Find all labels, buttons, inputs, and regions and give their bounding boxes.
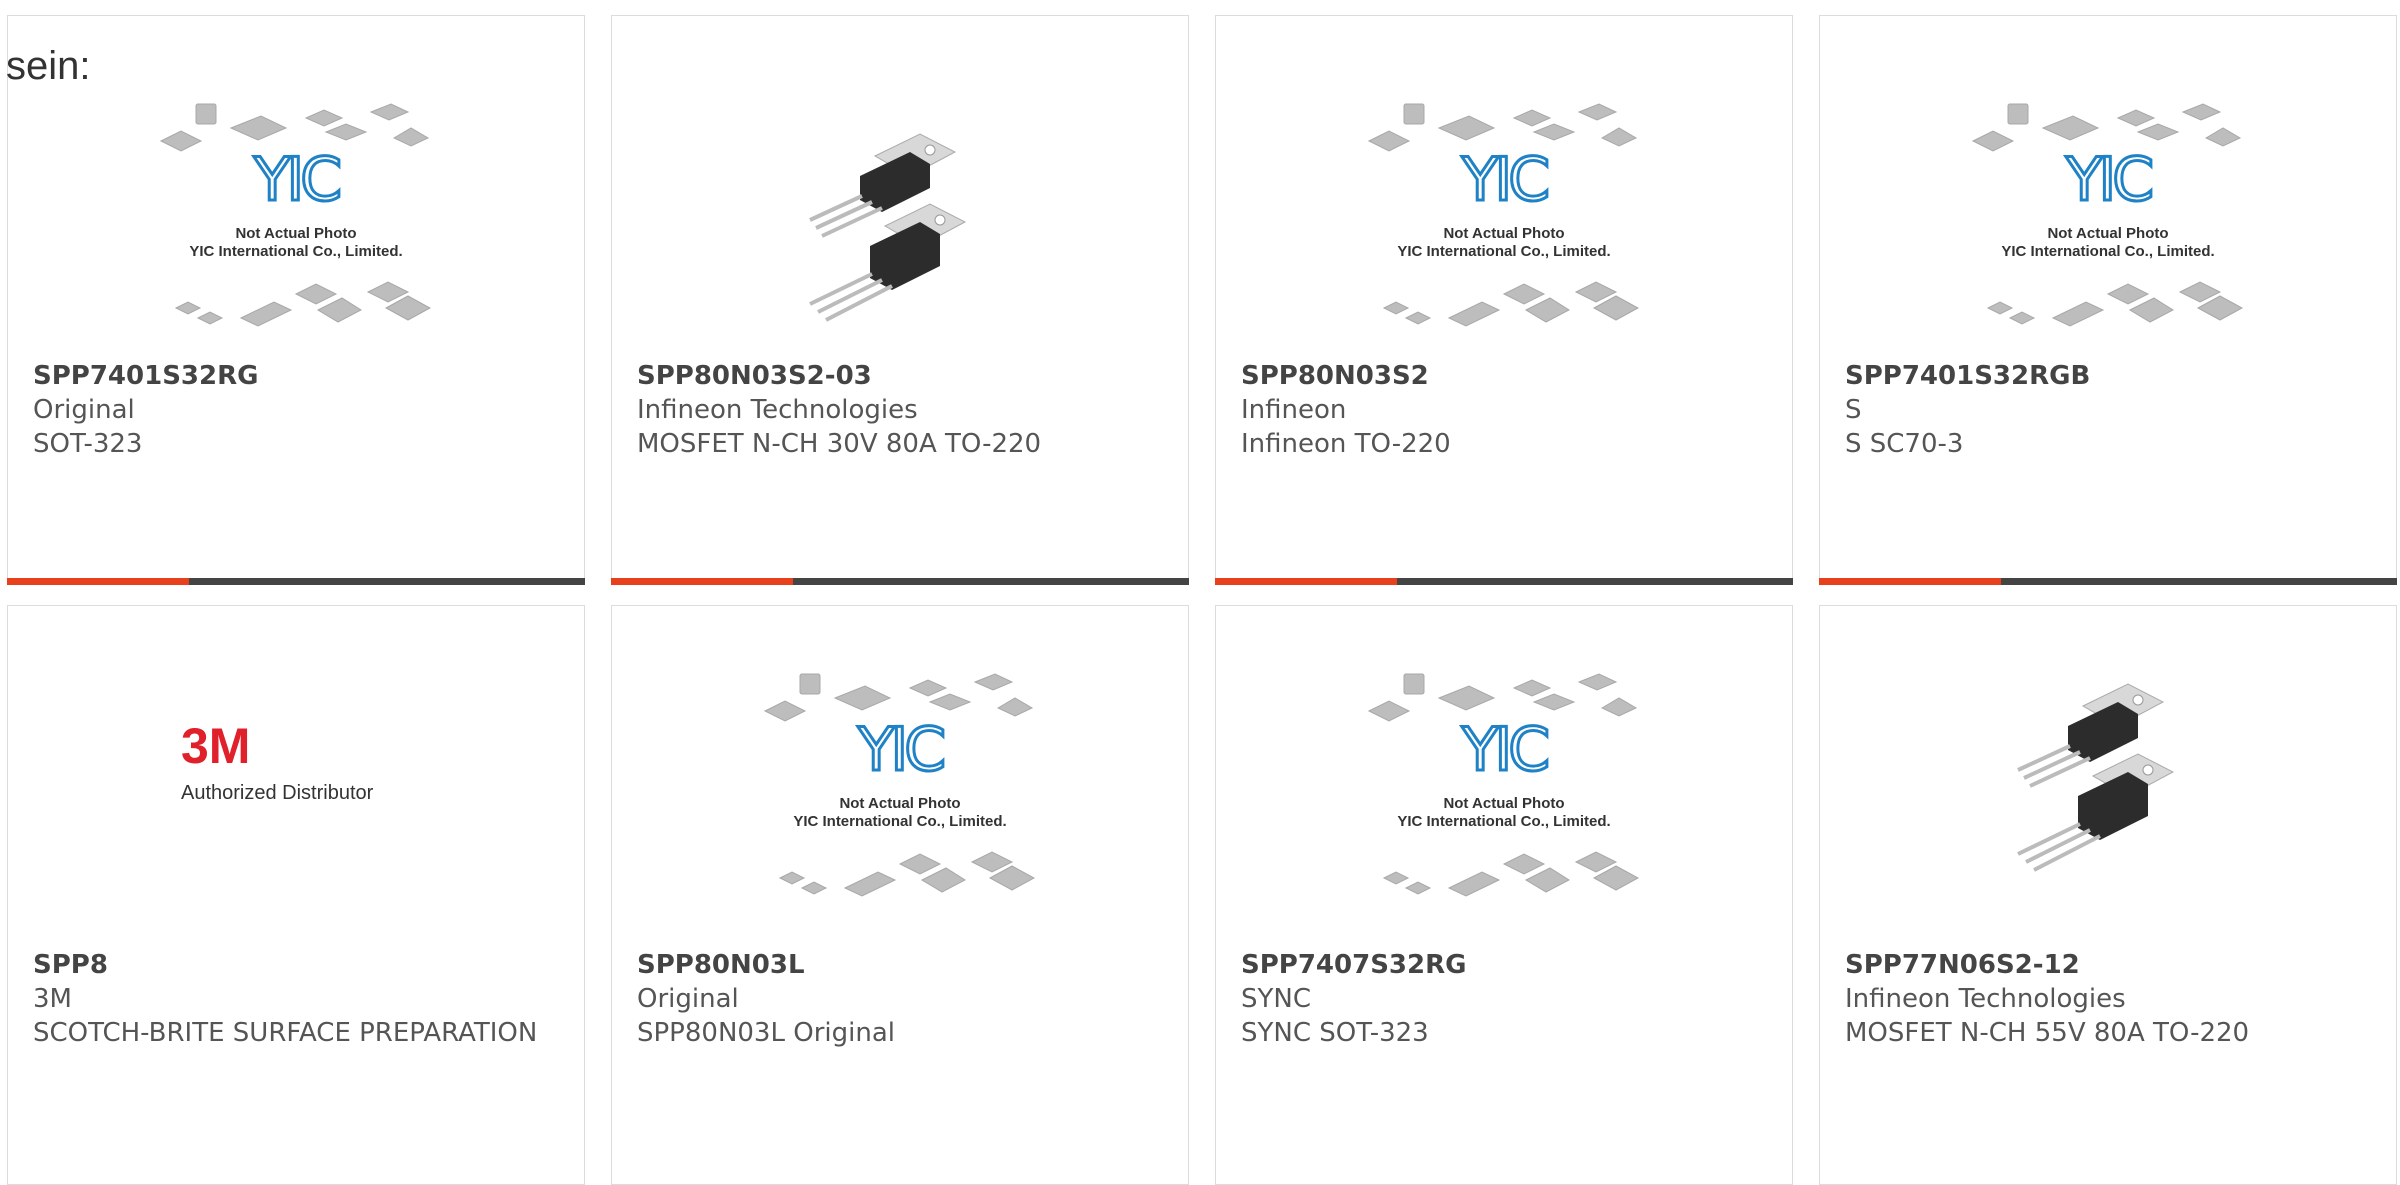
svg-text:Not Actual Photo: Not Actual Photo [235, 225, 356, 242]
product-card[interactable]: YIC Not Actual Photo YIC International C… [1819, 15, 2397, 585]
description: MOSFET N-CH 30V 80A TO-220 [637, 429, 1042, 459]
card-accent [611, 578, 793, 585]
to220-transistor-image [2017, 683, 2175, 872]
svg-text:YIC International Co., Limited: YIC International Co., Limited. [189, 243, 402, 260]
description: SPP80N03L Original [637, 1018, 895, 1048]
card-bottom-bar [1215, 578, 1793, 585]
product-info: SPP7407S32RG SYNC SYNC SOT-323 [1241, 948, 1774, 1050]
product-info: SPP80N03S2-03 Infineon Technologies MOSF… [637, 359, 1170, 461]
product-image[interactable]: YIC Not Actual Photo YIC International C… [1216, 96, 1792, 396]
manufacturer: Original [33, 395, 135, 425]
product-card[interactable]: 3M Authorized Distributor SPP8 3M SCOTCH… [7, 605, 585, 1185]
description: Infineon TO-220 [1241, 429, 1451, 459]
yic-placeholder-image: YIC Not Actual Photo YIC International C… [763, 673, 1036, 897]
part-number[interactable]: SPP7401S32RG [33, 359, 566, 393]
yic-placeholder-image: YIC Not Actual Photo YIC International C… [1367, 673, 1640, 897]
card-bottom-bar [1819, 578, 2397, 585]
3m-logo-image: 3M Authorized Distributor [181, 718, 374, 804]
product-card[interactable]: SPP77N06S2-12 Infineon Technologies MOSF… [1819, 605, 2397, 1185]
svg-text:Not Actual Photo: Not Actual Photo [1443, 795, 1564, 812]
manufacturer: Infineon Technologies [1845, 984, 2126, 1014]
product-card[interactable]: SPP80N03S2-03 Infineon Technologies MOSF… [611, 15, 1189, 585]
part-number[interactable]: SPP80N03S2-03 [637, 359, 1170, 393]
product-image[interactable]: 3M Authorized Distributor [8, 666, 584, 966]
product-image[interactable]: YIC Not Actual Photo YIC International C… [1820, 96, 2396, 396]
manufacturer: Infineon [1241, 395, 1347, 425]
card-accent [1215, 578, 1397, 585]
product-image[interactable] [612, 96, 1188, 396]
svg-text:Authorized Distributor: Authorized Distributor [181, 782, 374, 804]
svg-text:YIC International Co., Limited: YIC International Co., Limited. [2001, 243, 2214, 260]
card-bottom-bar [611, 578, 1189, 585]
product-info: SPP8 3M SCOTCH-BRITE SURFACE PREPARATION [33, 948, 566, 1050]
part-number[interactable]: SPP77N06S2-12 [1845, 948, 2378, 982]
product-image[interactable]: YIC Not Actual Photo YIC International C… [1216, 666, 1792, 966]
description: S SC70-3 [1845, 429, 1964, 459]
manufacturer: 3M [33, 984, 72, 1014]
svg-text:YIC: YIC [857, 715, 943, 785]
manufacturer: Original [637, 984, 739, 1014]
part-number[interactable]: SPP80N03L [637, 948, 1170, 982]
yic-placeholder-image: YIC Not Actual Photo YIC International C… [1971, 103, 2244, 327]
svg-text:YIC: YIC [2065, 145, 2151, 215]
card-bottom-bar [7, 578, 585, 585]
manufacturer: Infineon Technologies [637, 395, 918, 425]
svg-text:Not Actual Photo: Not Actual Photo [1443, 225, 1564, 242]
product-image[interactable] [1820, 666, 2396, 966]
svg-text:3M: 3M [181, 718, 250, 774]
product-info: SPP77N06S2-12 Infineon Technologies MOSF… [1845, 948, 2378, 1050]
card-accent [7, 578, 189, 585]
part-number[interactable]: SPP8 [33, 948, 566, 982]
description: SOT-323 [33, 429, 143, 459]
product-image[interactable]: YIC Not Actual Photo YIC International C… [8, 96, 584, 396]
svg-text:YIC: YIC [253, 145, 339, 215]
svg-text:YIC International Co., Limited: YIC International Co., Limited. [1397, 243, 1610, 260]
to220-transistor-image [809, 133, 967, 322]
svg-text:Not Actual Photo: Not Actual Photo [2047, 225, 2168, 242]
product-info: SPP80N03L Original SPP80N03L Original [637, 948, 1170, 1050]
product-info: SPP80N03S2 Infineon Infineon TO-220 [1241, 359, 1774, 461]
svg-text:Not Actual Photo: Not Actual Photo [839, 795, 960, 812]
part-number[interactable]: SPP80N03S2 [1241, 359, 1774, 393]
svg-text:YIC: YIC [1461, 145, 1547, 215]
svg-text:YIC: YIC [1461, 715, 1547, 785]
yic-placeholder-image: YIC Not Actual Photo YIC International C… [1367, 103, 1640, 327]
part-number[interactable]: SPP7401S32RGB [1845, 359, 2378, 393]
product-card[interactable]: YIC Not Actual Photo YIC International C… [1215, 15, 1793, 585]
description: SYNC SOT-323 [1241, 1018, 1429, 1048]
yic-placeholder-image: YIC Not Actual Photo YIC International C… [159, 103, 432, 327]
svg-text:YIC International Co., Limited: YIC International Co., Limited. [1397, 813, 1610, 830]
product-card[interactable]: YIC Not Actual Photo YIC International C… [7, 15, 585, 585]
product-card[interactable]: YIC Not Actual Photo YIC International C… [1215, 605, 1793, 1185]
product-image[interactable]: YIC Not Actual Photo YIC International C… [612, 666, 1188, 966]
part-number[interactable]: SPP7407S32RG [1241, 948, 1774, 982]
description: SCOTCH-BRITE SURFACE PREPARATION [33, 1018, 538, 1048]
intro-text: sein: [6, 44, 91, 88]
description: MOSFET N-CH 55V 80A TO-220 [1845, 1018, 2250, 1048]
manufacturer: S [1845, 395, 1862, 425]
svg-text:YIC International Co., Limited: YIC International Co., Limited. [793, 813, 1006, 830]
product-info: SPP7401S32RG Original SOT-323 [33, 359, 566, 461]
product-card[interactable]: YIC Not Actual Photo YIC International C… [611, 605, 1189, 1185]
product-info: SPP7401S32RGB S S SC70-3 [1845, 359, 2378, 461]
manufacturer: SYNC [1241, 984, 1311, 1014]
card-accent [1819, 578, 2001, 585]
